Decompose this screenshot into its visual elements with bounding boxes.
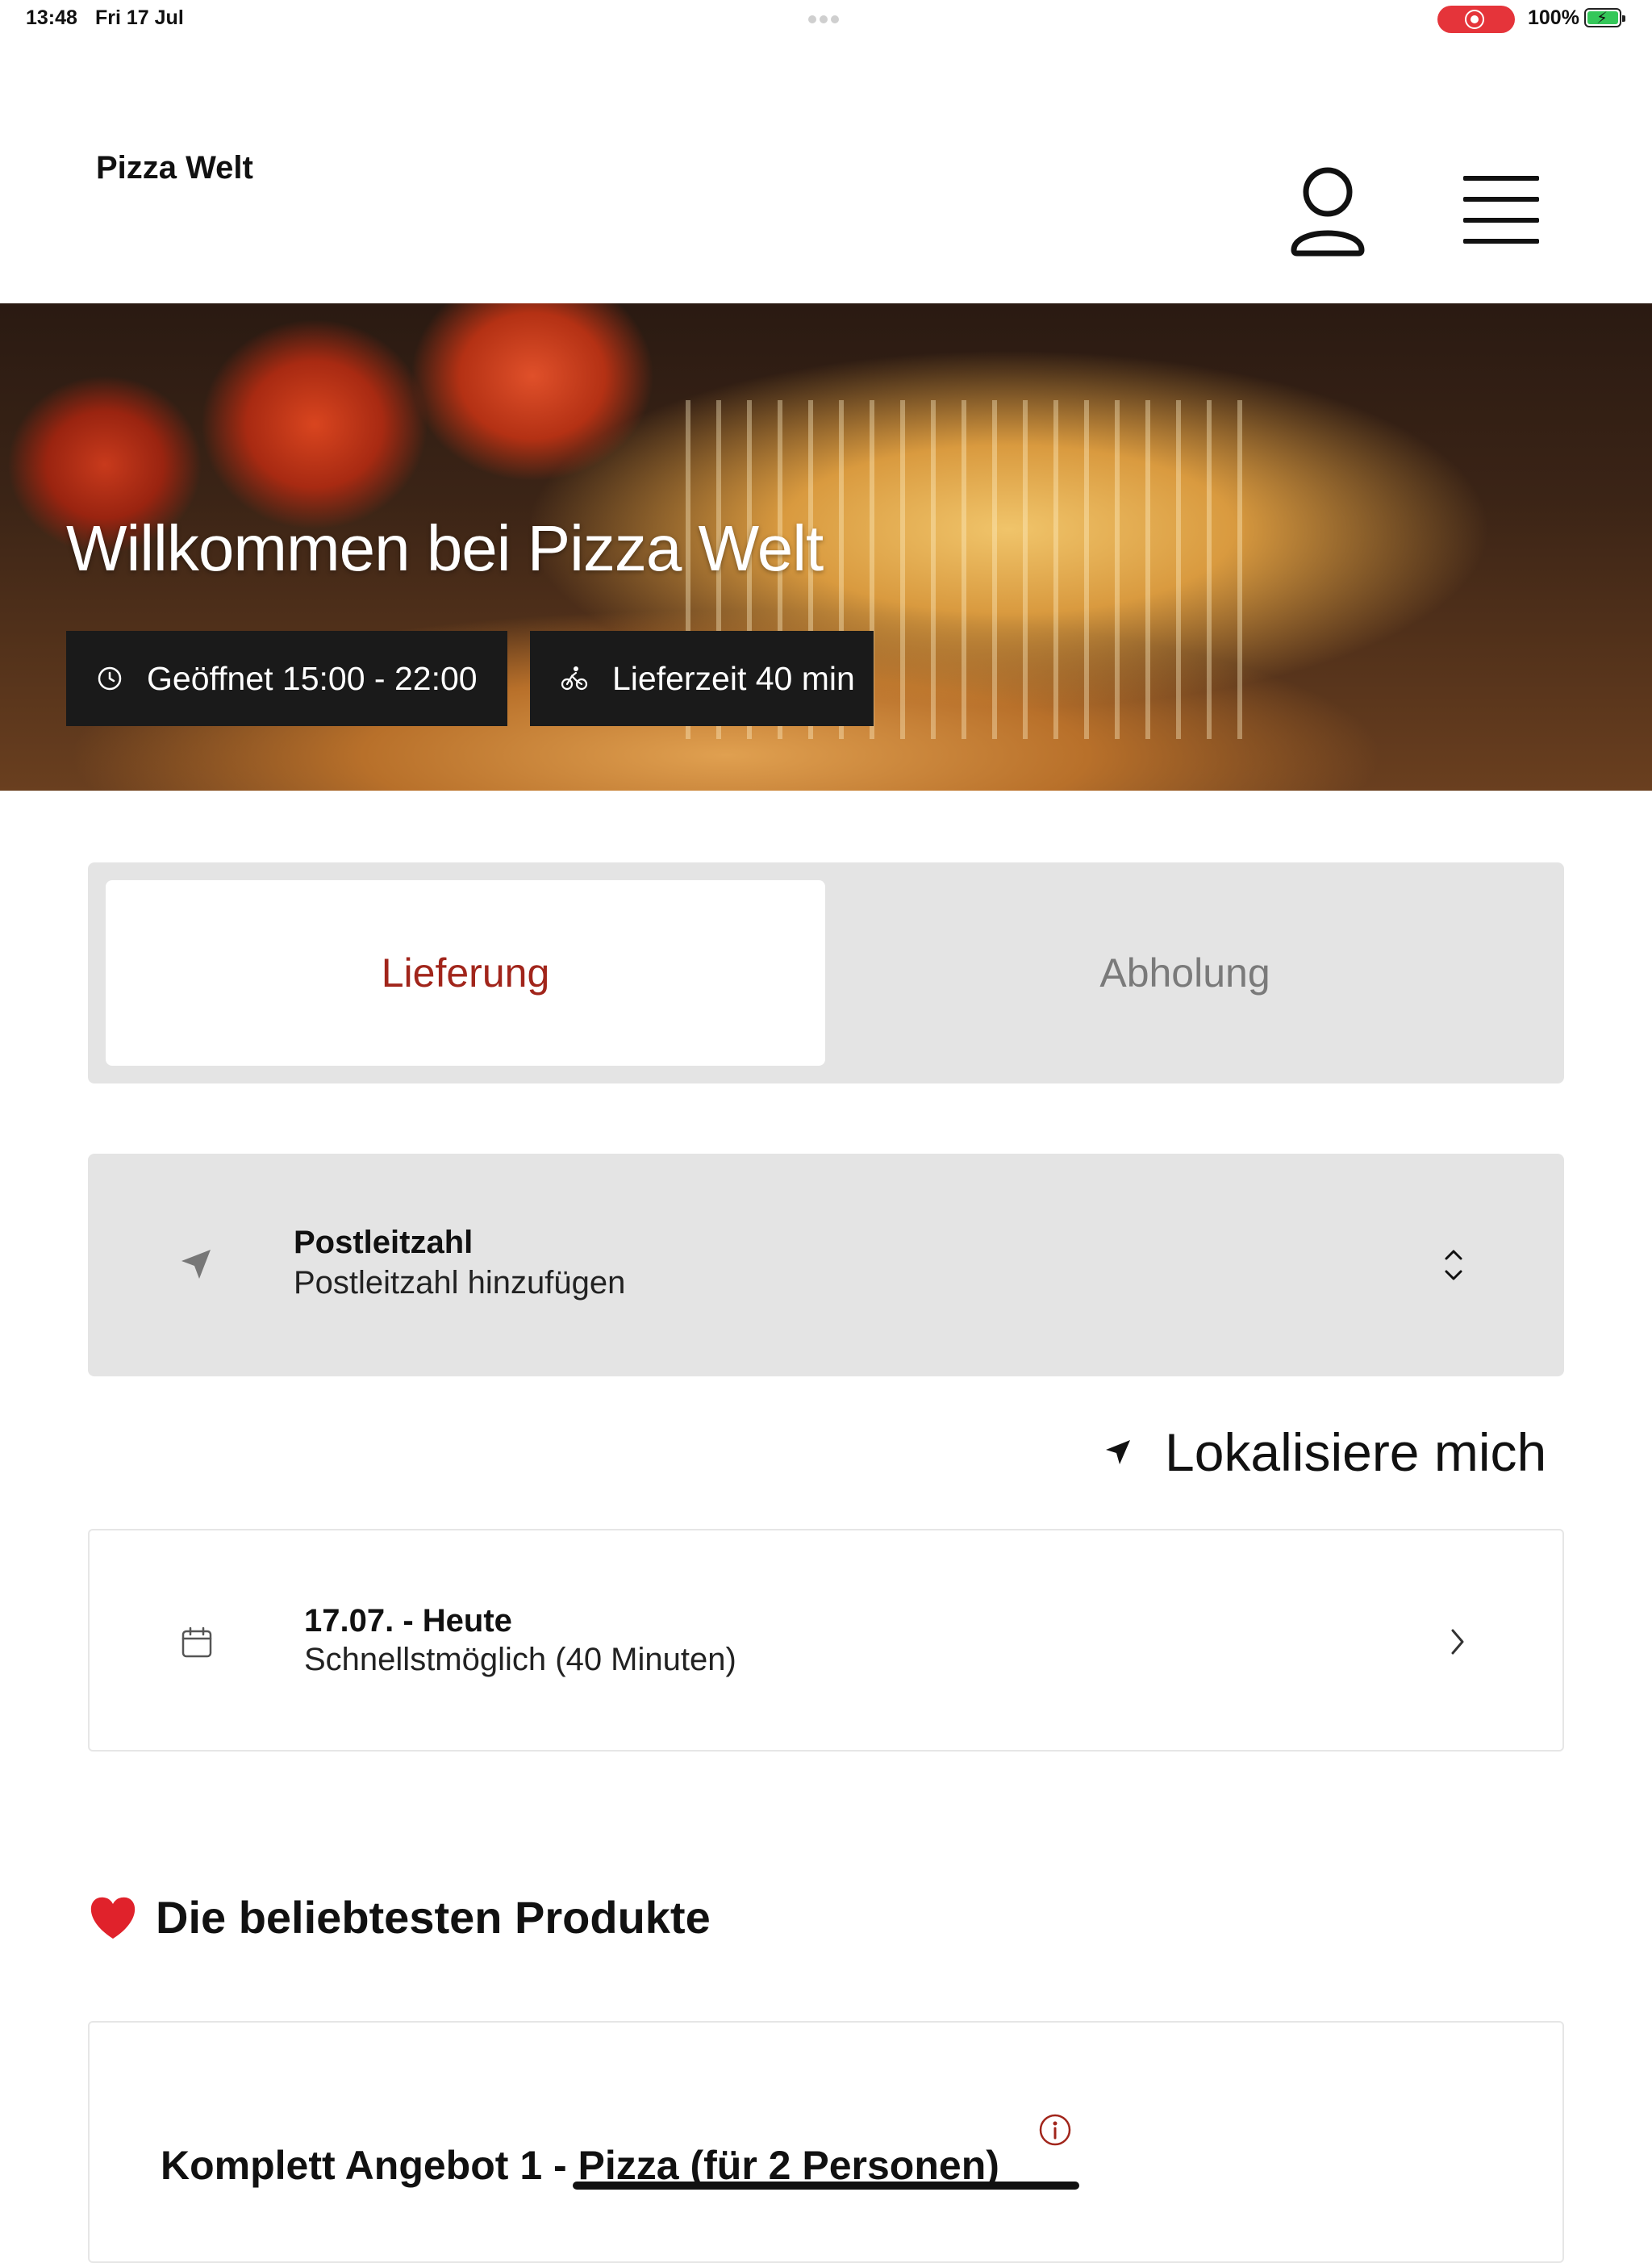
- home-indicator[interactable]: [573, 2182, 1079, 2190]
- postcode-label: Postleitzahl: [294, 1225, 473, 1260]
- delivery-slot: Schnellstmöglich (40 Minuten): [304, 1642, 736, 1677]
- screen-recording-icon[interactable]: [1437, 6, 1515, 33]
- user-account-button[interactable]: [1287, 163, 1368, 258]
- user-icon: [1291, 167, 1365, 257]
- delivery-date: 17.07. - Heute: [304, 1603, 512, 1639]
- postcode-placeholder: Postleitzahl hinzufügen: [294, 1265, 626, 1301]
- postcode-selector[interactable]: Postleitzahl Postleitzahl hinzufügen: [88, 1154, 1564, 1376]
- locate-me-button[interactable]: Lokalisiere mich: [1103, 1420, 1546, 1484]
- opening-hours-text: Geöffnet 15:00 - 22:00: [147, 659, 478, 697]
- battery-percentage: 100%: [1528, 6, 1579, 29]
- locate-me-label: Lokalisiere mich: [1165, 1422, 1547, 1482]
- location-arrow-icon: [1106, 1440, 1130, 1464]
- delivery-time-badge: Lieferzeit 40 min: [530, 631, 874, 726]
- product-card[interactable]: Komplett Angebot 1 - Pizza (für 2 Person…: [88, 2021, 1564, 2263]
- multitasking-dots-icon[interactable]: [808, 13, 844, 23]
- hero-title: Willkommen bei Pizza Welt: [66, 512, 824, 584]
- tab-delivery[interactable]: Lieferung: [106, 880, 825, 1066]
- opening-hours-badge: Geöffnet 15:00 - 22:00: [66, 631, 507, 726]
- info-icon[interactable]: [1038, 2113, 1072, 2147]
- clock-icon: [98, 666, 122, 691]
- status-date: Fri 17 Jul: [95, 6, 184, 29]
- hero-banner: Willkommen bei Pizza Welt Geöffnet 15:00…: [0, 303, 1652, 791]
- chevron-up-down-icon: [1445, 1250, 1462, 1280]
- delivery-time-selector[interactable]: 17.07. - Heute Schnellstmöglich (40 Minu…: [88, 1529, 1564, 1752]
- menu-icon[interactable]: [1458, 174, 1544, 247]
- popular-products-title: Die beliebtesten Produkte: [156, 1892, 711, 1943]
- site-header: Pizza Welt: [0, 39, 1652, 303]
- chevron-right-icon: [1451, 1629, 1464, 1655]
- order-type-tabs: Lieferung Abholung: [88, 862, 1564, 1083]
- status-time: 13:48: [26, 6, 77, 29]
- heart-icon: [90, 1897, 136, 1939]
- calendar-icon: [181, 1626, 212, 1658]
- status-bar: 13:48 Fri 17 Jul 100% ⚡: [0, 0, 1652, 39]
- tab-pickup[interactable]: Abholung: [825, 880, 1545, 1066]
- battery-icon: ⚡: [1584, 8, 1625, 27]
- popular-products-heading: Die beliebtesten Produkte: [88, 1891, 711, 1944]
- delivery-time-text: Lieferzeit 40 min: [612, 659, 855, 697]
- brand-name[interactable]: Pizza Welt: [96, 150, 253, 186]
- bicycle-icon: [561, 666, 588, 691]
- navigation-arrow-icon: [181, 1250, 211, 1279]
